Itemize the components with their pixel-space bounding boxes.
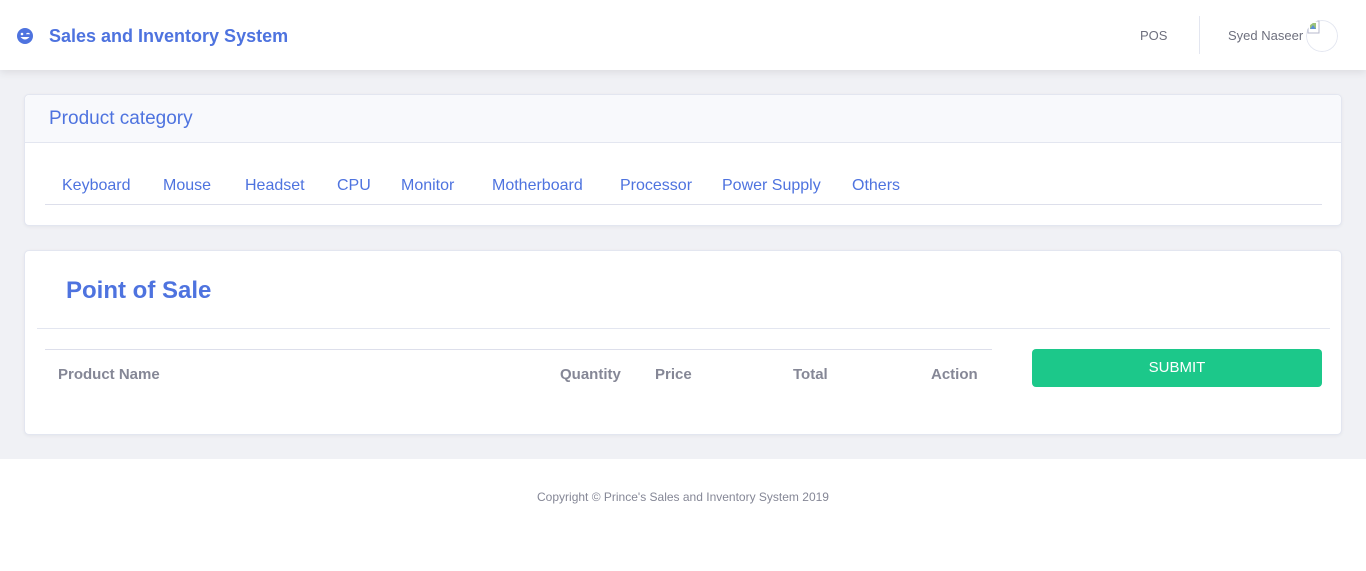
tab-processor[interactable]: Processor: [620, 177, 692, 195]
tab-motherboard[interactable]: Motherboard: [492, 177, 583, 195]
footer: Copyright © Prince's Sales and Inventory…: [0, 459, 1366, 571]
tab-monitor[interactable]: Monitor: [401, 177, 454, 195]
tab-headset[interactable]: Headset: [245, 177, 305, 195]
app-title: Sales and Inventory System: [49, 26, 289, 46]
tab-keyboard[interactable]: Keyboard: [62, 177, 131, 195]
nav-pos-link[interactable]: POS: [1140, 28, 1167, 43]
product-category-card: Product category Keyboard Mouse Headset …: [24, 94, 1342, 226]
copyright-text: Copyright © Prince's Sales and Inventory…: [537, 490, 829, 504]
column-header-total: Total: [793, 366, 828, 383]
column-header-quantity: Quantity: [560, 366, 621, 383]
topbar: Sales and Inventory System POS Syed Nase…: [0, 0, 1366, 70]
pos-title: Point of Sale: [66, 277, 212, 304]
category-tabs: Keyboard Mouse Headset CPU Monitor Mothe…: [45, 177, 1322, 205]
submit-button[interactable]: SUBMIT: [1032, 349, 1322, 387]
avatar[interactable]: [1306, 20, 1338, 52]
laugh-wink-icon: [16, 27, 34, 45]
tab-cpu[interactable]: CPU: [337, 177, 371, 195]
product-category-header: Product category: [25, 95, 1341, 143]
pos-divider: [37, 328, 1330, 329]
broken-image-icon: [1306, 20, 1338, 52]
user-name[interactable]: Syed Naseer: [1228, 28, 1303, 43]
tab-mouse[interactable]: Mouse: [163, 177, 211, 195]
column-header-action: Action: [931, 366, 978, 383]
pos-table-top-border: [45, 349, 992, 350]
tab-others[interactable]: Others: [852, 177, 900, 195]
tab-power-supply[interactable]: Power Supply: [722, 177, 821, 195]
topbar-divider: [1199, 16, 1200, 54]
brand-link[interactable]: Sales and Inventory System: [16, 24, 288, 48]
main-content: Product category Keyboard Mouse Headset …: [0, 70, 1366, 459]
product-category-title: Product category: [49, 108, 193, 129]
point-of-sale-card: Point of Sale Product Name Quantity Pric…: [24, 250, 1342, 435]
column-header-price: Price: [655, 366, 692, 383]
column-header-product-name: Product Name: [58, 366, 160, 383]
